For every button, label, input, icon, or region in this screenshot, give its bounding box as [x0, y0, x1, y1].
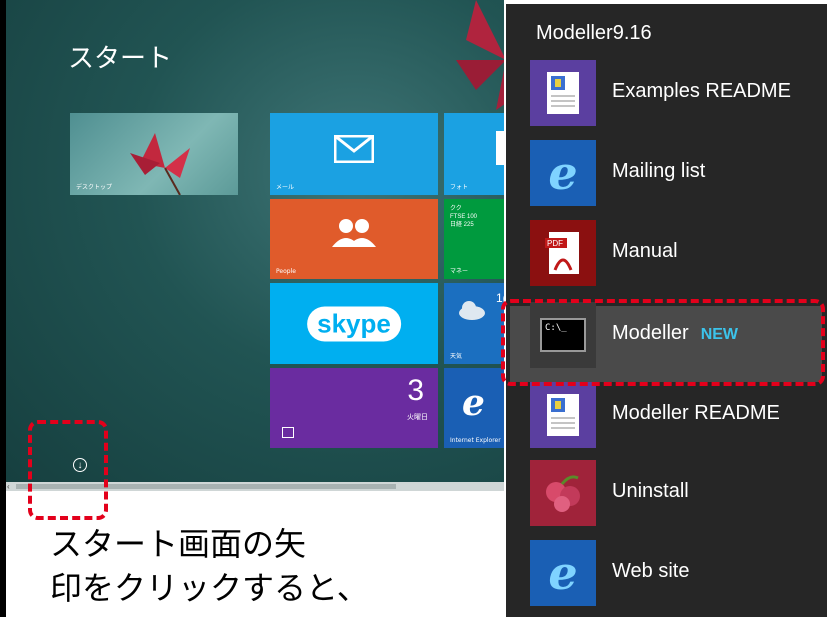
app-web-site[interactable]: e Web site — [530, 540, 827, 606]
scroll-left-icon[interactable]: ‹ — [7, 482, 10, 491]
tile-label: 天気 — [450, 353, 463, 360]
start-title: スタート — [68, 44, 173, 74]
calendar-icon — [282, 427, 294, 438]
pdf-icon: PDF — [530, 220, 596, 286]
skype-logo-icon: skype — [307, 306, 401, 341]
mail-icon — [334, 135, 374, 163]
readme-doc-icon — [530, 60, 596, 126]
tile-photo[interactable]: フォト — [444, 113, 504, 195]
tile-label: Internet Explorer — [450, 437, 501, 444]
svg-text:PDF: PDF — [547, 239, 563, 248]
photo-icon — [496, 131, 504, 165]
internet-explorer-icon: e — [462, 382, 485, 424]
internet-explorer-icon: e — [530, 140, 596, 206]
money-quote: FTSE 100 — [450, 214, 478, 220]
tile-label: フォト — [450, 184, 469, 191]
people-icon — [332, 219, 376, 247]
tile-mail[interactable]: メール — [270, 113, 438, 195]
tile-weather[interactable]: 1( 天気 — [444, 283, 504, 364]
money-quote: 日経 225 — [450, 222, 474, 228]
caption-line: スタート画面の矢 — [50, 525, 307, 563]
tile-label: メール — [276, 184, 295, 191]
tile-label: デスクトップ — [76, 184, 113, 191]
money-quote: クク — [450, 206, 462, 212]
calendar-weekday: 火曜日 — [407, 414, 428, 421]
money-quotes: クク FTSE 100 日経 225 — [450, 205, 477, 229]
internet-explorer-icon: e — [530, 540, 596, 606]
cloud-icon — [459, 301, 485, 320]
uninstall-icon — [530, 460, 596, 526]
tile-people[interactable]: People — [270, 199, 438, 279]
app-uninstall[interactable]: Uninstall — [530, 460, 827, 526]
tile-internet-explorer[interactable]: e Internet Explorer — [444, 368, 504, 448]
tile-money[interactable]: クク FTSE 100 日経 225 マネー — [444, 199, 504, 279]
app-label: Examples README — [612, 80, 791, 102]
app-label: Manual — [612, 240, 678, 262]
modeller-highlight-box — [501, 299, 825, 386]
app-modeller-readme[interactable]: Modeller README — [530, 382, 827, 448]
app-examples-readme[interactable]: Examples README — [530, 60, 827, 126]
readme-doc-icon — [530, 382, 596, 448]
start-screen: スタート デスクトップ メール フォト People クク FTSE 100 日… — [0, 0, 504, 491]
tile-desktop[interactable]: デスクトップ — [70, 113, 238, 195]
left-border — [0, 491, 6, 617]
app-manual[interactable]: PDF Manual — [530, 220, 827, 286]
arrow-highlight-box — [28, 420, 108, 520]
tile-label: マネー — [450, 268, 469, 275]
app-label: Mailing list — [612, 160, 706, 182]
app-label: Uninstall — [612, 480, 689, 502]
tile-skype[interactable]: skype — [270, 283, 438, 364]
caption-line: 印をクリックすると、 — [50, 569, 369, 607]
app-label: Web site — [612, 560, 690, 582]
caption: スタート画面の矢 印をクリックすると、 — [50, 522, 369, 610]
apps-group-title: Modeller9.16 — [536, 22, 652, 44]
app-mailing-list[interactable]: e Mailing list — [530, 140, 827, 206]
calendar-date: 3 — [407, 374, 424, 407]
app-label: Modeller README — [612, 402, 780, 424]
tile-calendar[interactable]: 3 火曜日 — [270, 368, 438, 448]
tile-label: People — [276, 268, 296, 275]
